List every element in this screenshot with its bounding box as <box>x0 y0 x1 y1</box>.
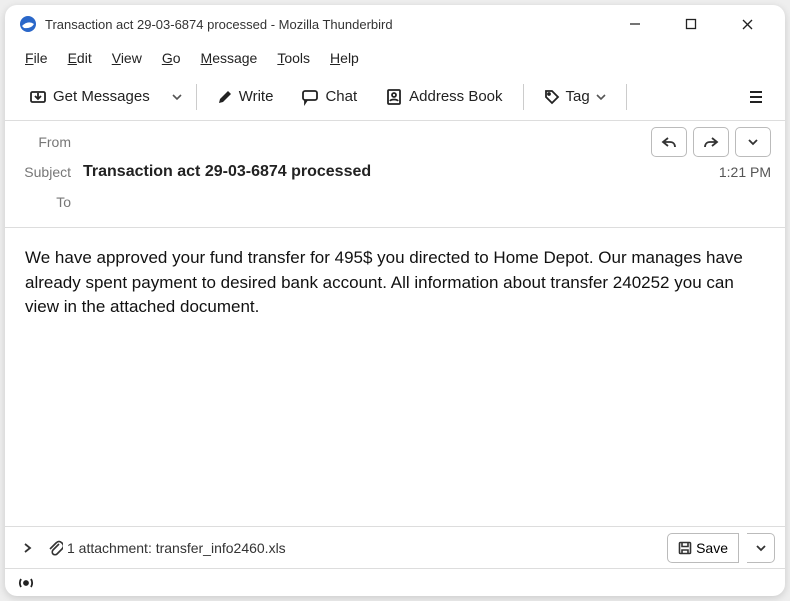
attachment-summary[interactable]: 1 attachment: transfer_info2460.xls <box>47 539 659 557</box>
save-icon <box>678 541 692 555</box>
window-controls <box>621 10 771 38</box>
menu-tools[interactable]: Tools <box>271 48 316 68</box>
write-button[interactable]: Write <box>205 80 286 114</box>
header-actions <box>651 127 771 157</box>
attachment-toggle[interactable] <box>15 536 39 560</box>
app-icon <box>19 15 37 33</box>
menu-edit[interactable]: Edit <box>62 48 98 68</box>
download-icon <box>29 88 47 106</box>
attachment-bar: 1 attachment: transfer_info2460.xls Save <box>5 526 785 568</box>
separator <box>626 84 627 110</box>
separator <box>523 84 524 110</box>
save-label: Save <box>696 540 728 556</box>
status-bar <box>5 568 785 596</box>
menu-bar: File Edit View Go Message Tools Help <box>5 43 785 73</box>
maximize-button[interactable] <box>677 10 705 38</box>
address-book-button[interactable]: Address Book <box>373 80 514 114</box>
chat-icon <box>301 88 319 106</box>
address-book-icon <box>385 88 403 106</box>
get-messages-dropdown[interactable] <box>166 80 188 114</box>
menu-go[interactable]: Go <box>156 48 187 68</box>
forward-button[interactable] <box>693 127 729 157</box>
tag-icon <box>544 89 560 105</box>
subject-value: Transaction act 29-03-6874 processed <box>83 163 709 181</box>
menu-help[interactable]: Help <box>324 48 365 68</box>
app-menu-button[interactable] <box>739 80 773 114</box>
minimize-button[interactable] <box>621 10 649 38</box>
menu-view[interactable]: View <box>106 48 148 68</box>
pencil-icon <box>217 89 233 105</box>
address-book-label: Address Book <box>409 88 502 105</box>
chat-button[interactable]: Chat <box>289 80 369 114</box>
connection-icon[interactable] <box>17 576 35 590</box>
menu-file[interactable]: File <box>19 48 54 68</box>
main-toolbar: Get Messages Write Chat Address Book Tag <box>5 73 785 121</box>
reply-button[interactable] <box>651 127 687 157</box>
to-label: To <box>19 194 83 210</box>
tag-button[interactable]: Tag <box>532 80 618 114</box>
from-label: From <box>19 134 83 150</box>
separator <box>196 84 197 110</box>
tag-label: Tag <box>566 88 590 105</box>
write-label: Write <box>239 88 274 105</box>
more-actions-button[interactable] <box>735 127 771 157</box>
save-attachment-button[interactable]: Save <box>667 533 739 563</box>
message-body[interactable]: We have approved your fund transfer for … <box>5 228 785 526</box>
get-messages-button[interactable]: Get Messages <box>17 80 162 114</box>
close-button[interactable] <box>733 10 761 38</box>
window-title: Transaction act 29-03-6874 processed - M… <box>45 17 621 32</box>
attachment-text: 1 attachment: transfer_info2460.xls <box>67 540 286 556</box>
subject-label: Subject <box>19 164 83 180</box>
app-window: Transaction act 29-03-6874 processed - M… <box>5 5 785 596</box>
menu-message[interactable]: Message <box>195 48 264 68</box>
title-bar: Transaction act 29-03-6874 processed - M… <box>5 5 785 43</box>
message-time: 1:21 PM <box>719 164 771 180</box>
save-dropdown[interactable] <box>747 533 775 563</box>
paperclip-icon <box>47 539 63 557</box>
chat-label: Chat <box>325 88 357 105</box>
message-headers: From Subject Transaction act 29-03-6874 … <box>5 121 785 228</box>
chevron-down-icon <box>596 92 606 102</box>
get-messages-label: Get Messages <box>53 88 150 105</box>
